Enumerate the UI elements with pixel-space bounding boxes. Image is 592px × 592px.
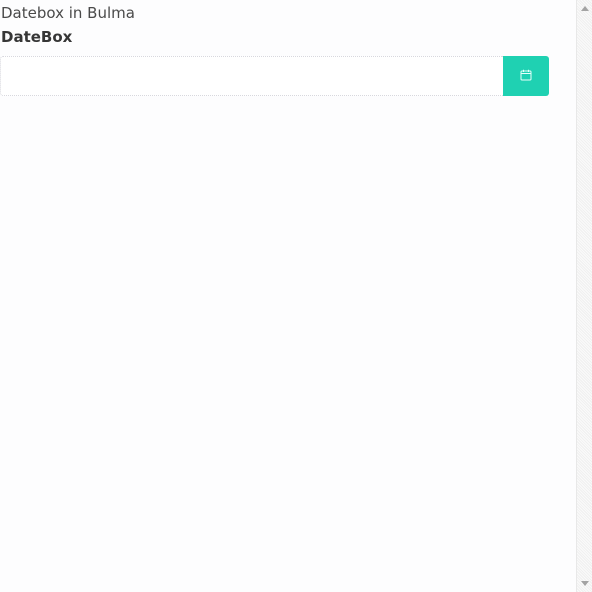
datebox-input[interactable] — [0, 56, 503, 96]
page-title: Datebox in Bulma — [1, 4, 135, 22]
datebox-field — [0, 56, 549, 96]
page-viewport: Datebox in Bulma DateBox — [0, 0, 576, 592]
scroll-down-arrow-icon[interactable] — [581, 581, 589, 586]
datebox-label: DateBox — [1, 28, 73, 46]
scroll-up-arrow-icon[interactable] — [581, 6, 589, 11]
vertical-scrollbar[interactable] — [576, 0, 592, 592]
calendar-icon — [520, 69, 532, 84]
datebox-calendar-button[interactable] — [503, 56, 549, 96]
